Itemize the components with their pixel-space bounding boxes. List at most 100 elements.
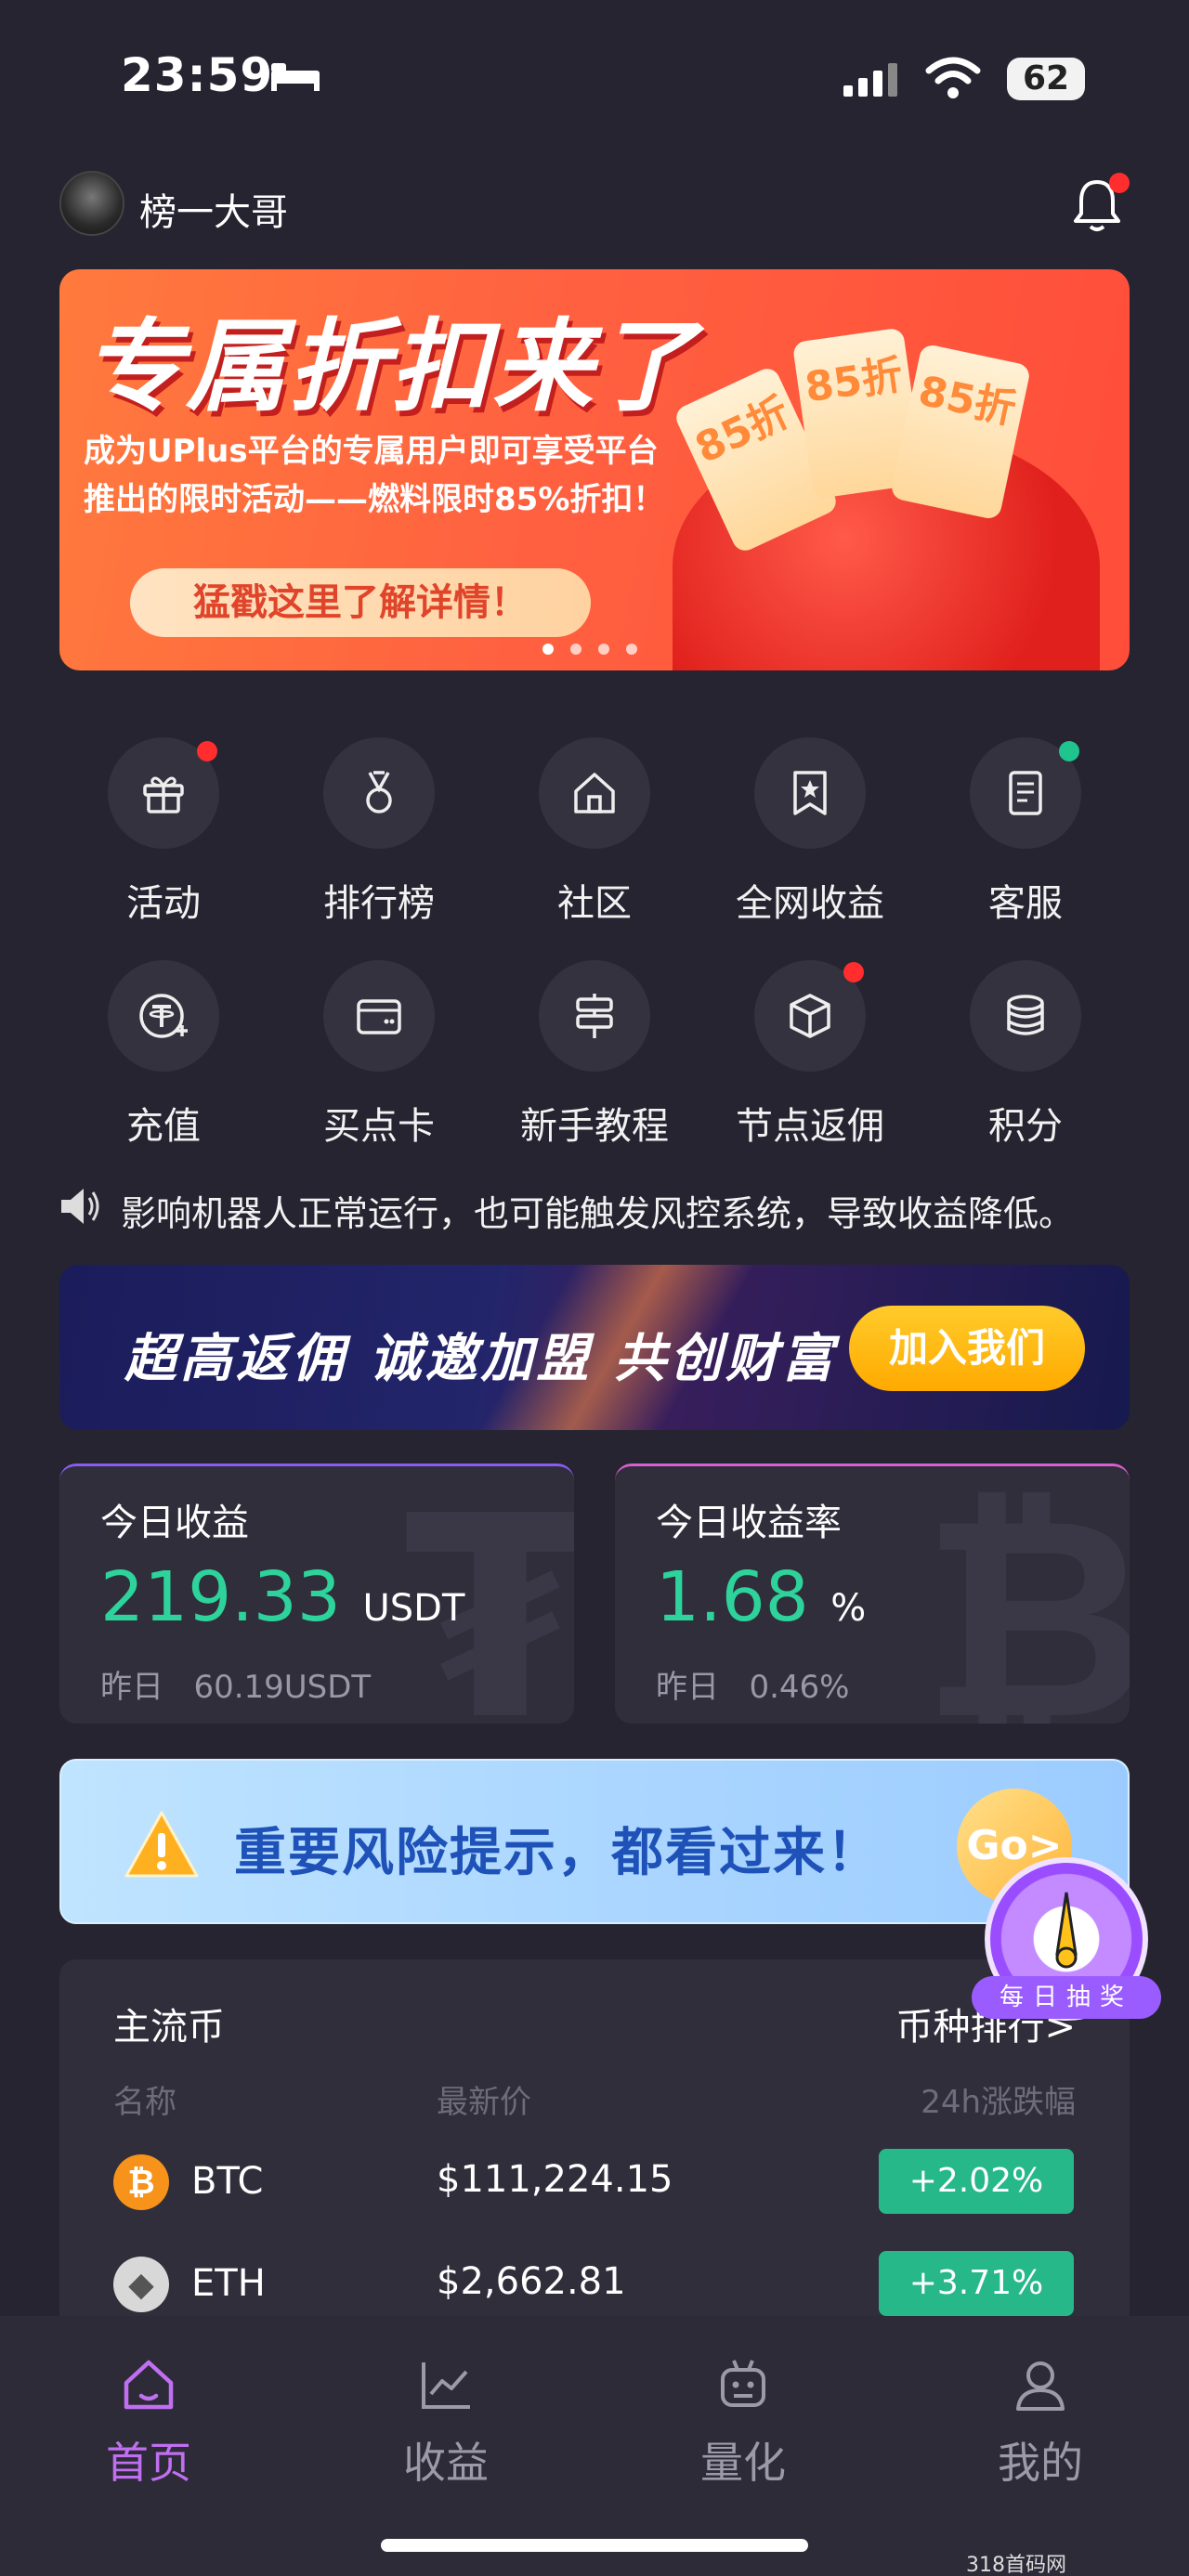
income-unit: USDT [362, 1587, 465, 1630]
yesterday-value: 60.19USDT [193, 1669, 372, 1706]
username[interactable]: 榜一大哥 [139, 182, 288, 236]
grid-label: 排行榜 [323, 882, 435, 925]
yesterday-income: 昨日 60.19USDT [100, 1661, 371, 1707]
grid-item-network-income[interactable]: 全网收益 [717, 737, 903, 927]
chart-icon [422, 2362, 470, 2409]
column-header-price: 最新价 [437, 2084, 531, 2121]
signpost-icon [576, 994, 613, 1038]
status-time: 23:59 [121, 48, 274, 102]
gift-icon [143, 776, 184, 813]
eth-icon: ◆ [113, 2257, 169, 2312]
risk-warning-banner[interactable]: 重要风险提示，都看过来！ Go> [59, 1759, 1130, 1924]
document-icon [1009, 771, 1042, 815]
btc-icon: ₿ [113, 2154, 169, 2210]
yesterday-label: 昨日 [656, 1669, 719, 1706]
grid-item-tutorial[interactable]: 新手教程 [502, 960, 687, 1150]
yesterday-value: 0.46% [749, 1669, 850, 1706]
cube-icon [790, 994, 830, 1038]
star-bookmark-icon [793, 771, 827, 815]
user-icon [1016, 2361, 1065, 2411]
bed-icon [271, 63, 320, 91]
column-header-name: 名称 [113, 2084, 176, 2121]
coin-name: ETH [191, 2262, 266, 2305]
banner-details-button[interactable]: 猛戳这里了解详情！ [130, 568, 591, 637]
warning-icon [124, 1811, 199, 1878]
bitcoin-watermark-icon: ₿ [921, 1464, 1130, 1724]
tab-profile[interactable]: 我的 [947, 2355, 1133, 2491]
notification-dot [1109, 173, 1130, 193]
wifi-icon [925, 57, 981, 98]
avatar[interactable] [59, 171, 124, 236]
risk-warning-text: 重要风险提示，都看过来！ [234, 1823, 881, 1883]
change-badge: +2.02% [879, 2149, 1074, 2214]
pointer-icon [1055, 1892, 1078, 1969]
grid-item-buy-card[interactable]: 买点卡 [286, 960, 472, 1150]
carousel-dot[interactable] [542, 644, 554, 655]
announcement-marquee[interactable]: 影响机器人正常运行，也可能触发风控系统，导致收益降低。 [121, 1185, 1133, 1236]
yesterday-label: 昨日 [100, 1669, 163, 1706]
promo-banner[interactable]: 85折 85折 85折 专属折扣来了 成为UPlus平台的专属用户即可享受平台 … [59, 269, 1130, 670]
battery-indicator: 62 [1007, 58, 1085, 100]
promo-slogan: 超高返佣 诚邀加盟 共创财富 [124, 1329, 837, 1389]
signal-icon [843, 63, 897, 97]
carousel-dot[interactable] [626, 644, 637, 655]
bottom-tab-bar: 首页 收益 量化 我的 [0, 2316, 1189, 2576]
badge-dot [1059, 741, 1079, 761]
grid-item-recharge[interactable]: 充值 [71, 960, 256, 1150]
grid-label: 社区 [557, 882, 632, 925]
today-income-card[interactable]: ₮ 今日收益 219.33 USDT 昨日 60.19USDT [59, 1464, 574, 1724]
tab-label: 我的 [998, 2438, 1083, 2488]
banner-subtitle: 成为UPlus平台的专属用户即可享受平台 [84, 433, 659, 470]
speaker-icon [61, 1189, 99, 1224]
tab-label: 量化 [700, 2438, 786, 2488]
income-number: 219.33 [100, 1557, 341, 1637]
coin-name: BTC [191, 2160, 264, 2203]
tab-income[interactable]: 收益 [353, 2355, 539, 2491]
yesterday-rate: 昨日 0.46% [656, 1661, 849, 1707]
rate-unit: % [830, 1587, 867, 1630]
carousel-dots[interactable] [542, 641, 710, 655]
card-title: 今日收益 [100, 1502, 249, 1544]
tab-home[interactable]: 首页 [56, 2355, 242, 2491]
carousel-dot[interactable] [598, 644, 609, 655]
home-icon [124, 2360, 174, 2410]
robot-icon [721, 2360, 765, 2407]
tab-quant[interactable]: 量化 [650, 2355, 836, 2491]
grid-label: 节点返佣 [736, 1105, 884, 1148]
join-us-button[interactable]: 加入我们 [849, 1306, 1085, 1391]
column-header-change: 24h涨跌幅 [921, 2084, 1076, 2121]
grid-item-node-rebate[interactable]: 节点返佣 [717, 960, 903, 1150]
grid-label: 客服 [988, 882, 1063, 925]
grid-label: 充值 [126, 1105, 201, 1148]
market-panel: 主流币 币种排行> 名称 最新价 24h涨跌幅 ₿ BTC $111,224.1… [59, 1959, 1130, 2331]
grid-item-support[interactable]: 客服 [933, 737, 1118, 927]
site-watermark: 318首码网 www.e318.com [966, 2554, 1066, 2576]
tether-plus-icon [139, 994, 188, 1038]
tab-label: 首页 [106, 2438, 191, 2488]
table-row[interactable]: ₿ BTC $111,224.15 +2.02% [59, 2136, 1130, 2229]
grid-label: 新手教程 [520, 1105, 669, 1148]
today-income-value: 219.33 USDT [100, 1557, 464, 1637]
grid-label: 买点卡 [323, 1105, 435, 1148]
change-badge: +3.71% [879, 2251, 1074, 2316]
today-rate-value: 1.68 % [656, 1557, 866, 1637]
join-promo-banner[interactable]: 超高返佣 诚邀加盟 共创财富 加入我们 [59, 1265, 1130, 1430]
carousel-dot[interactable] [570, 644, 581, 655]
home-icon [574, 773, 615, 813]
grid-label: 活动 [126, 882, 201, 925]
banner-title: 专属折扣来了 [84, 309, 698, 425]
badge-dot [843, 962, 864, 982]
market-title: 主流币 [113, 2006, 225, 2049]
coins-stack-icon [1007, 995, 1044, 1035]
medal-icon [366, 771, 392, 813]
coin-price: $2,662.81 [437, 2260, 626, 2303]
daily-lottery-label[interactable]: 每日抽奖 [972, 1976, 1161, 2019]
today-rate-card[interactable]: ₿ 今日收益率 1.68 % 昨日 0.46% [615, 1464, 1130, 1724]
grid-item-activity[interactable]: 活动 [71, 737, 256, 927]
card-icon [357, 999, 401, 1034]
grid-item-points[interactable]: 积分 [933, 960, 1118, 1150]
grid-item-ranking[interactable]: 排行榜 [286, 737, 472, 927]
card-title: 今日收益率 [656, 1502, 842, 1544]
grid-item-community[interactable]: 社区 [502, 737, 687, 927]
grid-label: 全网收益 [736, 882, 884, 925]
